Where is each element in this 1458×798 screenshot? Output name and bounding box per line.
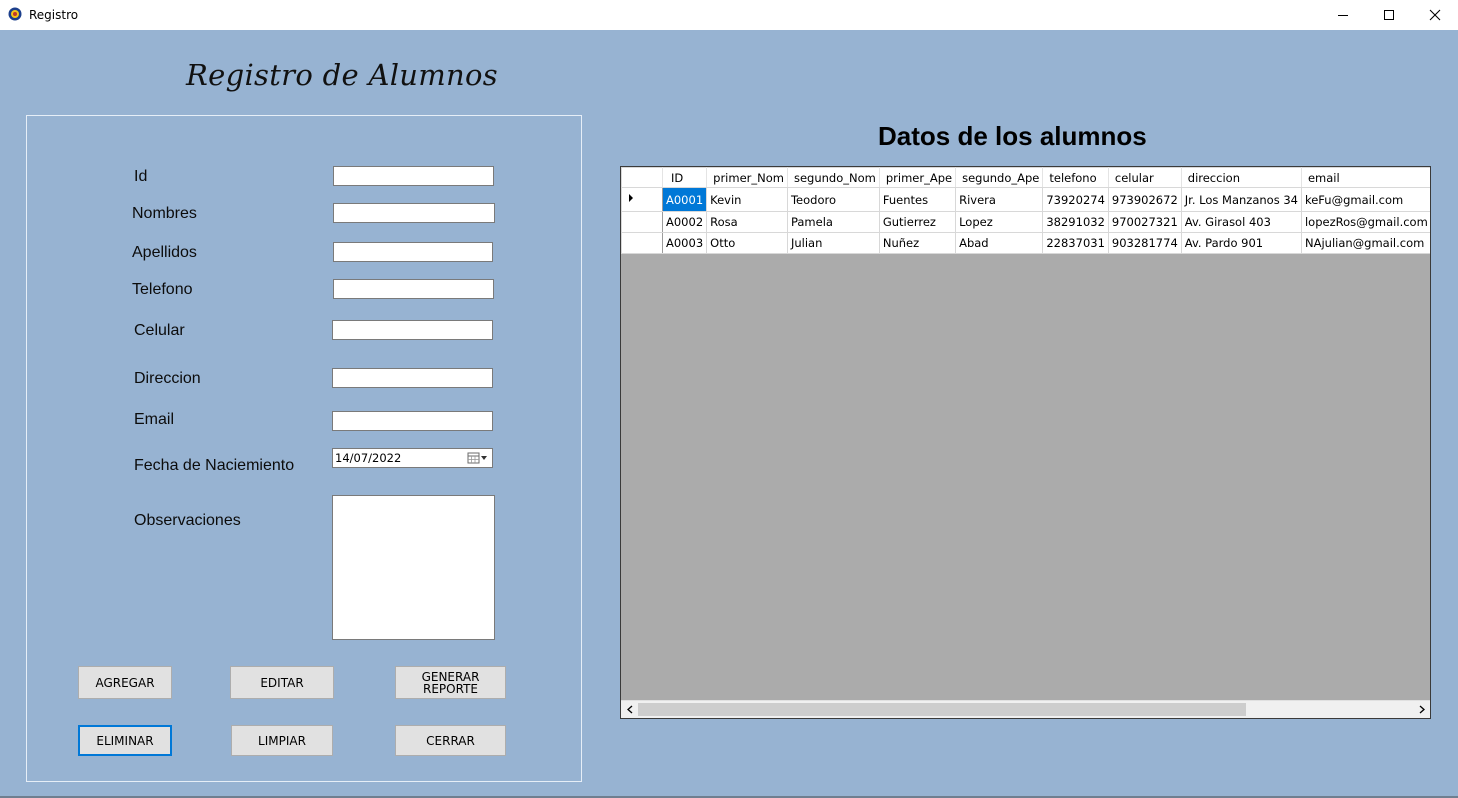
generar-reporte-button[interactable]: GENERAR REPORTE bbox=[395, 666, 506, 699]
table-cell[interactable]: NAjulian@gmail.com bbox=[1300, 232, 1430, 254]
column-header-celular[interactable]: celular bbox=[1107, 167, 1182, 188]
celular-input[interactable] bbox=[332, 320, 493, 340]
table-cell[interactable]: Av. Pardo 901 bbox=[1180, 232, 1302, 254]
table-cell[interactable]: Rosa bbox=[706, 211, 788, 233]
table-cell[interactable]: Otto bbox=[706, 232, 788, 254]
row-header[interactable] bbox=[621, 232, 663, 254]
nombres-input[interactable] bbox=[333, 203, 495, 223]
app-icon bbox=[8, 7, 22, 21]
close-icon bbox=[1429, 9, 1441, 21]
label-email: Email bbox=[134, 411, 175, 428]
column-header-segundo-ape[interactable]: segundo_Ape bbox=[955, 167, 1044, 188]
table-cell[interactable]: 973902672 bbox=[1107, 187, 1182, 212]
observaciones-textarea[interactable] bbox=[332, 495, 495, 640]
maximize-button[interactable] bbox=[1366, 0, 1412, 30]
generar-reporte-line1: GENERAR bbox=[421, 669, 480, 684]
table-cell[interactable]: A0001 bbox=[661, 187, 708, 212]
students-datagrid[interactable]: ID primer_Nom segundo_Nom primer_Ape seg… bbox=[620, 166, 1431, 719]
table-cell[interactable]: Av. Girasol 403 bbox=[1180, 211, 1302, 233]
label-id: Id bbox=[134, 168, 148, 185]
column-header-email[interactable]: email bbox=[1300, 167, 1430, 188]
fecha-nacimiento-value: 14/07/2022 bbox=[335, 451, 402, 465]
close-button[interactable] bbox=[1412, 0, 1458, 30]
table-cell[interactable]: 73920274 bbox=[1042, 187, 1109, 212]
table-row[interactable]: A0002 Rosa Pamela Gutierrez Lopez 382910… bbox=[621, 211, 1430, 233]
cerrar-button[interactable]: CERRAR bbox=[395, 725, 506, 756]
table-cell[interactable]: Teodoro bbox=[786, 187, 880, 212]
table-cell[interactable]: lopezRos@gmail.com bbox=[1300, 211, 1430, 233]
scrollbar-thumb[interactable] bbox=[638, 703, 1246, 716]
scroll-left-button[interactable] bbox=[621, 701, 638, 718]
calendar-dropdown-button[interactable] bbox=[467, 451, 489, 465]
generar-reporte-line2: REPORTE bbox=[423, 681, 478, 696]
header-row: ID primer_Nom segundo_Nom primer_Ape seg… bbox=[621, 167, 1430, 188]
apellidos-input[interactable] bbox=[333, 242, 493, 262]
title-bar[interactable]: Registro bbox=[0, 0, 1458, 30]
table-cell[interactable]: 22837031 bbox=[1042, 232, 1109, 254]
grid-title: Datos de los alumnos bbox=[878, 121, 1147, 151]
table-cell[interactable]: Kevin bbox=[706, 187, 788, 212]
table-cell[interactable]: Lopez bbox=[955, 211, 1044, 233]
column-header-segundo-nom[interactable]: segundo_Nom bbox=[786, 167, 880, 188]
limpiar-button[interactable]: LIMPIAR bbox=[231, 725, 333, 756]
label-fecha-nacimiento: Fecha de Naciemiento bbox=[134, 457, 295, 474]
agregar-button[interactable]: AGREGAR bbox=[78, 666, 172, 699]
table-cell[interactable]: Nuñez bbox=[878, 232, 957, 254]
label-observaciones: Observaciones bbox=[134, 512, 241, 529]
table-cell[interactable]: Abad bbox=[955, 232, 1044, 254]
label-apellidos: Apellidos bbox=[132, 244, 197, 261]
chevron-left-icon bbox=[626, 705, 632, 714]
row-header[interactable] bbox=[621, 211, 663, 233]
fecha-nacimiento-picker[interactable]: 14/07/2022 bbox=[332, 448, 493, 468]
calendar-icon bbox=[467, 452, 487, 464]
table-cell[interactable]: keFu@gmail.com bbox=[1300, 187, 1430, 212]
column-header-id[interactable]: ID bbox=[661, 167, 708, 188]
telefono-input[interactable] bbox=[333, 279, 494, 299]
table-cell[interactable]: Jr. Los Manzanos 34 bbox=[1180, 187, 1302, 212]
table-cell[interactable]: 970027321 bbox=[1107, 211, 1182, 233]
table-cell[interactable]: Julian bbox=[786, 232, 880, 254]
minimize-button[interactable] bbox=[1320, 0, 1366, 30]
corner-header[interactable] bbox=[621, 167, 663, 188]
id-input[interactable] bbox=[333, 166, 494, 186]
current-row-arrow-icon bbox=[629, 194, 633, 202]
editar-button[interactable]: EDITAR bbox=[230, 666, 334, 699]
table-cell[interactable]: 38291032 bbox=[1042, 211, 1109, 233]
direccion-input[interactable] bbox=[332, 368, 493, 388]
horizontal-scrollbar[interactable] bbox=[621, 700, 1430, 718]
table-row[interactable]: A0001 Kevin Teodoro Fuentes Rivera 73920… bbox=[621, 187, 1430, 212]
table-cell[interactable]: 903281774 bbox=[1107, 232, 1182, 254]
label-nombres: Nombres bbox=[132, 205, 197, 222]
column-header-telefono[interactable]: telefono bbox=[1042, 167, 1109, 188]
students-table: ID primer_Nom segundo_Nom primer_Ape seg… bbox=[621, 167, 1430, 254]
table-row[interactable]: A0003 Otto Julian Nuñez Abad 22837031 90… bbox=[621, 232, 1430, 254]
window-title: Registro bbox=[29, 8, 79, 22]
label-telefono: Telefono bbox=[132, 281, 193, 298]
form-title: Registro de Alumnos bbox=[186, 58, 498, 92]
table-cell[interactable]: A0002 bbox=[661, 211, 708, 233]
column-header-primer-ape[interactable]: primer_Ape bbox=[878, 167, 957, 188]
column-header-primer-nom[interactable]: primer_Nom bbox=[706, 167, 788, 188]
column-header-direccion[interactable]: direccion bbox=[1180, 167, 1302, 188]
label-celular: Celular bbox=[134, 322, 185, 339]
table-cell[interactable]: Rivera bbox=[955, 187, 1044, 212]
chevron-right-icon bbox=[1419, 705, 1425, 714]
label-direccion: Direccion bbox=[134, 370, 201, 387]
table-cell[interactable]: A0003 bbox=[661, 232, 708, 254]
email-input[interactable] bbox=[332, 411, 493, 431]
table-cell[interactable]: Pamela bbox=[786, 211, 880, 233]
table-cell[interactable]: Gutierrez bbox=[878, 211, 957, 233]
minimize-icon bbox=[1338, 15, 1348, 16]
row-header-current[interactable] bbox=[621, 187, 663, 212]
maximize-icon bbox=[1384, 10, 1394, 20]
table-cell[interactable]: Fuentes bbox=[878, 187, 957, 212]
scroll-right-button[interactable] bbox=[1413, 701, 1430, 718]
eliminar-button[interactable]: ELIMINAR bbox=[78, 725, 172, 756]
